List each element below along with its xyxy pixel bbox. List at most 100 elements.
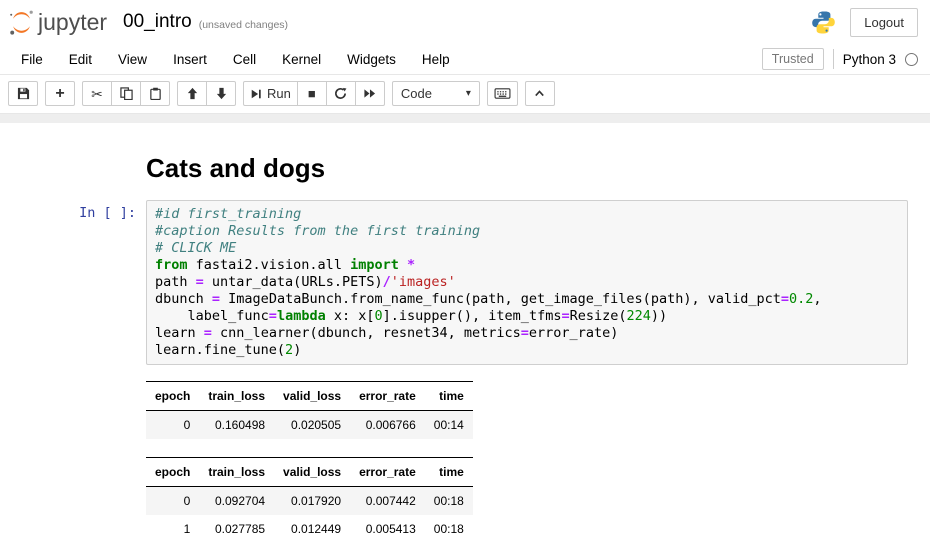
- code-line: learn = cnn_learner(dbunch, resnet34, me…: [155, 325, 899, 342]
- column-header: valid_loss: [274, 382, 350, 411]
- code-line: from fastai2.vision.all import *: [155, 257, 899, 274]
- restart-icon: [334, 87, 347, 100]
- menu-edit[interactable]: Edit: [56, 46, 105, 73]
- column-header: epoch: [146, 458, 199, 487]
- table-cell: 0.012449: [274, 515, 350, 539]
- column-header: train_loss: [199, 458, 274, 487]
- code-area: #id first_training#caption Results from …: [155, 206, 899, 359]
- menu-cell[interactable]: Cell: [220, 46, 269, 73]
- fast-forward-icon: [363, 87, 376, 100]
- python-logo-icon: [811, 10, 836, 35]
- table-header-row: epochtrain_lossvalid_losserror_ratetime: [146, 458, 473, 487]
- table-cell: 0: [146, 487, 199, 516]
- header-bar: jupyter 00_intro (unsaved changes) Logou…: [0, 0, 930, 44]
- code-line: path = untar_data(URLs.PETS)/'images': [155, 274, 899, 291]
- markdown-cell[interactable]: Cats and dogs: [0, 137, 930, 196]
- markdown-prompt: [0, 141, 146, 192]
- jupyter-logo-text: jupyter: [38, 9, 107, 36]
- menu-help[interactable]: Help: [409, 46, 463, 73]
- menu-widgets[interactable]: Widgets: [334, 46, 409, 73]
- column-header: error_rate: [350, 458, 425, 487]
- chevron-up-button[interactable]: [525, 81, 555, 106]
- notebook-container: Cats and dogs In [ ]: #id first_training…: [0, 123, 930, 539]
- move-cell-up-button[interactable]: [177, 81, 207, 106]
- table-cell: 0.027785: [199, 515, 274, 539]
- code-line: label_func=lambda x: x[0].isupper(), ite…: [155, 308, 899, 325]
- code-line: #caption Results from the first training: [155, 223, 899, 240]
- notebook-title[interactable]: 00_intro: [123, 11, 192, 33]
- logout-button[interactable]: Logout: [850, 8, 918, 37]
- column-header: train_loss: [199, 382, 274, 411]
- menu-list: File Edit View Insert Cell Kernel Widget…: [8, 46, 463, 73]
- menubar-divider: [833, 49, 834, 69]
- training-results-table: epochtrain_lossvalid_losserror_ratetime0…: [146, 457, 473, 539]
- kernel-name: Python 3: [843, 52, 896, 67]
- code-line: dbunch = ImageDataBunch.from_name_func(p…: [155, 291, 899, 308]
- table-cell: 0.005413: [350, 515, 425, 539]
- column-header: valid_loss: [274, 458, 350, 487]
- table-cell: 0.007442: [350, 487, 425, 516]
- stop-icon: ■: [308, 87, 316, 100]
- table-cell: 0.006766: [350, 411, 425, 440]
- copy-cell-button[interactable]: [111, 81, 141, 106]
- chevron-up-icon: [533, 87, 546, 100]
- table-header-row: epochtrain_lossvalid_losserror_ratetime: [146, 382, 473, 411]
- insert-cell-button[interactable]: +: [45, 81, 75, 106]
- markdown-heading: Cats and dogs: [146, 153, 325, 184]
- scissors-icon: ✂: [91, 87, 103, 101]
- interrupt-kernel-button[interactable]: ■: [297, 81, 327, 106]
- cell-type-select[interactable]: Code ▾: [392, 81, 480, 106]
- toolbar: + ✂: [0, 75, 930, 114]
- code-line: #id first_training: [155, 206, 899, 223]
- menu-file[interactable]: File: [8, 46, 56, 73]
- training-results-table: epochtrain_lossvalid_losserror_ratetime0…: [146, 381, 473, 439]
- code-input[interactable]: #id first_training#caption Results from …: [146, 200, 908, 365]
- paste-cell-button[interactable]: [140, 81, 170, 106]
- table-row: 10.0277850.0124490.00541300:18: [146, 515, 473, 539]
- table-cell: 0.017920: [274, 487, 350, 516]
- table-row: 00.0927040.0179200.00744200:18: [146, 487, 473, 516]
- column-header: epoch: [146, 382, 199, 411]
- arrow-up-icon: [186, 87, 199, 100]
- kernel-idle-icon: [905, 53, 918, 66]
- table-cell: 00:14: [425, 411, 473, 440]
- jupyter-logo[interactable]: jupyter: [8, 9, 107, 36]
- menu-view[interactable]: View: [105, 46, 160, 73]
- save-button[interactable]: [8, 81, 38, 106]
- restart-run-all-button[interactable]: [355, 81, 385, 106]
- output-area: epochtrain_lossvalid_losserror_ratetime0…: [146, 369, 930, 539]
- plus-icon: +: [55, 86, 64, 102]
- keyboard-icon: [494, 87, 511, 100]
- cell-type-value: Code: [401, 86, 432, 101]
- table-cell: 00:18: [425, 487, 473, 516]
- restart-kernel-button[interactable]: [326, 81, 356, 106]
- command-palette-button[interactable]: [487, 81, 518, 106]
- table-cell: 0.020505: [274, 411, 350, 440]
- run-cell-button[interactable]: Run: [243, 81, 298, 106]
- arrow-down-icon: [215, 87, 228, 100]
- caret-down-icon: ▾: [466, 88, 471, 99]
- column-header: time: [425, 458, 473, 487]
- run-label: Run: [267, 86, 291, 101]
- code-line: learn.fine_tune(2): [155, 342, 899, 359]
- table-row: 00.1604980.0205050.00676600:14: [146, 411, 473, 440]
- trusted-badge[interactable]: Trusted: [762, 48, 824, 70]
- step-forward-icon: [250, 88, 262, 100]
- code-line: # CLICK ME: [155, 240, 899, 257]
- move-cell-down-button[interactable]: [206, 81, 236, 106]
- menu-insert[interactable]: Insert: [160, 46, 220, 73]
- menu-kernel[interactable]: Kernel: [269, 46, 334, 73]
- clipboard-icon: [149, 87, 162, 100]
- autosave-status: (unsaved changes): [199, 19, 288, 31]
- table-cell: 1: [146, 515, 199, 539]
- column-header: error_rate: [350, 382, 425, 411]
- table-cell: 0: [146, 411, 199, 440]
- input-prompt: In [ ]:: [0, 200, 146, 365]
- notebook-site: Cats and dogs In [ ]: #id first_training…: [0, 114, 930, 539]
- copy-icon: [120, 87, 133, 100]
- menubar: File Edit View Insert Cell Kernel Widget…: [0, 44, 930, 75]
- code-cell[interactable]: In [ ]: #id first_training#caption Resul…: [0, 196, 930, 369]
- cut-cell-button[interactable]: ✂: [82, 81, 112, 106]
- table-cell: 0.160498: [199, 411, 274, 440]
- table-cell: 0.092704: [199, 487, 274, 516]
